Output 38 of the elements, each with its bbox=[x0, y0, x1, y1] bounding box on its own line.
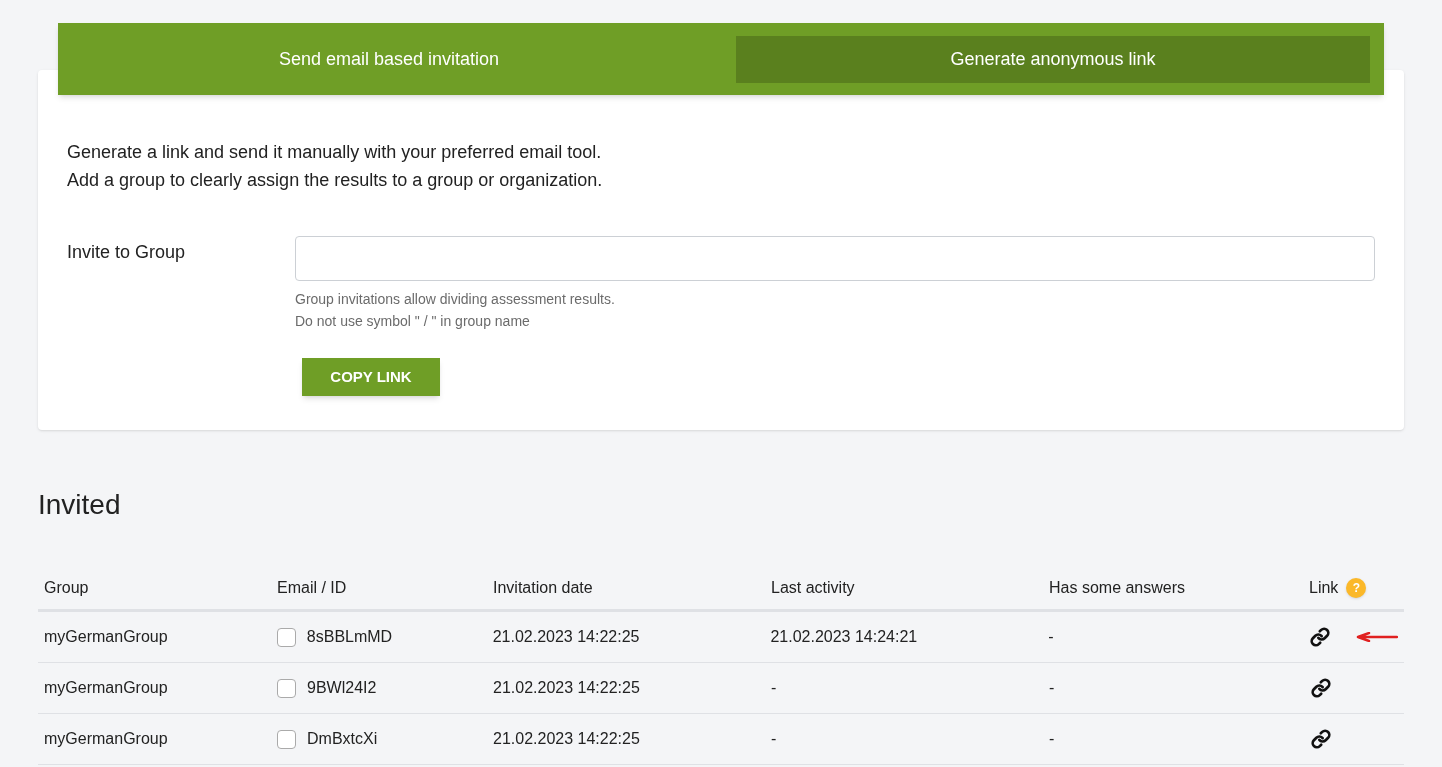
table-cell: 21.02.2023 14:24:21 bbox=[770, 628, 918, 645]
table-cell: 21.02.2023 14:22:25 bbox=[493, 679, 640, 696]
checkbox[interactable] bbox=[277, 678, 296, 698]
table-cell-text: DmBxtcXi bbox=[307, 729, 378, 749]
link-icon[interactable] bbox=[1311, 678, 1331, 698]
intro-text: Add a group to clearly assign the results to a group or organization. bbox=[67, 169, 604, 192]
table-cell: - bbox=[1049, 679, 1055, 696]
section-title: Invited bbox=[38, 488, 122, 522]
link-icon[interactable] bbox=[1310, 627, 1330, 647]
table-cell: myGermanGroup bbox=[44, 730, 168, 747]
field-label: Invite to Group bbox=[67, 241, 187, 264]
checkbox[interactable] bbox=[276, 627, 296, 647]
column-header: Link bbox=[1309, 577, 1339, 598]
hint-text: Group invitations allow dividing assessment results. bbox=[295, 290, 616, 309]
input-field[interactable] bbox=[295, 236, 1375, 281]
tab[interactable]: Generate anonymous link bbox=[736, 35, 1370, 83]
column-header: Group bbox=[44, 577, 89, 598]
intro-text: Generate a link and send it manually with your preferred email tool. bbox=[67, 141, 603, 164]
table-cell: 21.02.2023 14:22:25 bbox=[492, 628, 640, 645]
tab[interactable]: Send email based invitation bbox=[72, 35, 706, 83]
column-header: Invitation date bbox=[493, 577, 593, 598]
table-cell: myGermanGroup bbox=[44, 628, 168, 645]
column-header: Email / ID bbox=[277, 577, 347, 598]
table-cell: - bbox=[771, 679, 777, 696]
table-cell: myGermanGroup bbox=[44, 679, 168, 696]
table-cell: - bbox=[1049, 730, 1055, 747]
table-cell: - bbox=[771, 730, 777, 747]
hint-text: Do not use symbol " / " in group name bbox=[295, 312, 531, 331]
table-cell-text: 8sBBLmMD bbox=[306, 627, 393, 647]
column-header: Has some answers bbox=[1049, 577, 1186, 598]
column-header: Last activity bbox=[771, 577, 855, 598]
table-cell: - bbox=[1048, 628, 1054, 645]
copy-link-button[interactable]: COPY LINK bbox=[302, 358, 440, 396]
table-cell: 21.02.2023 14:22:25 bbox=[493, 730, 640, 747]
link-icon[interactable] bbox=[1311, 729, 1331, 749]
table-cell-text: 9BWl24I2 bbox=[307, 678, 377, 698]
help-badge[interactable]: ? bbox=[1346, 577, 1367, 598]
checkbox[interactable] bbox=[277, 729, 296, 749]
